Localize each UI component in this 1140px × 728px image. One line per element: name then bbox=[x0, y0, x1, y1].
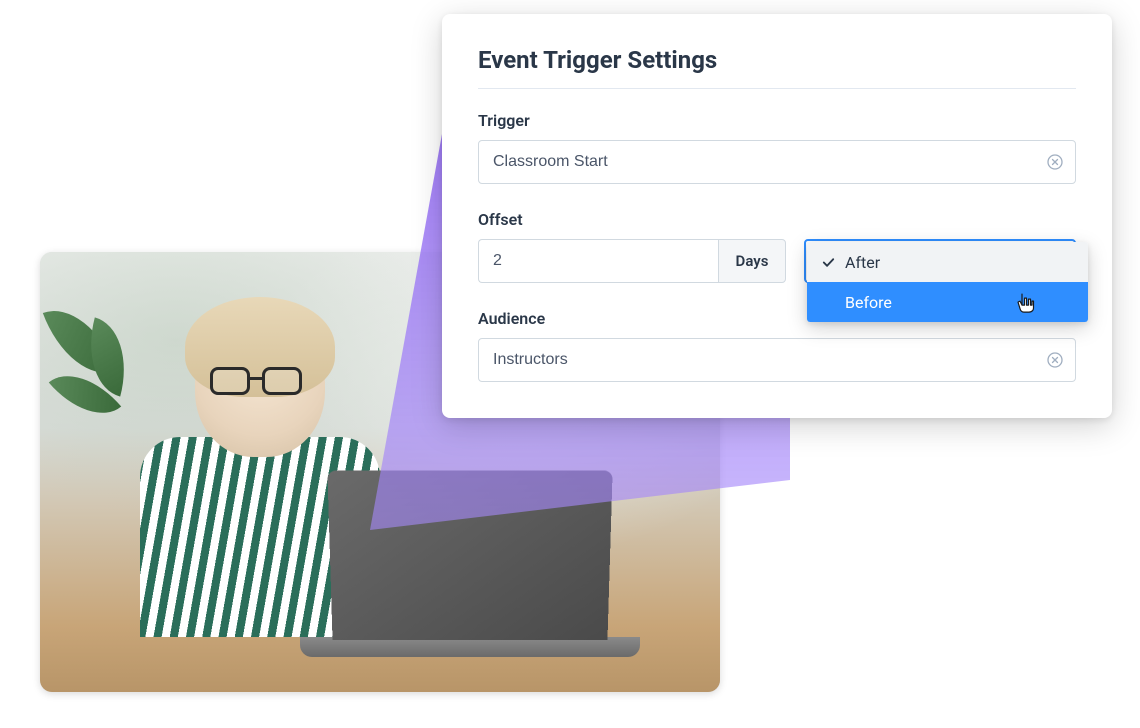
trigger-input[interactable] bbox=[478, 140, 1076, 184]
option-label: After bbox=[845, 253, 1074, 272]
trigger-label: Trigger bbox=[478, 111, 1076, 130]
trigger-clear-button[interactable] bbox=[1046, 153, 1064, 171]
dropdown-option-after[interactable]: After bbox=[807, 242, 1088, 282]
dropdown-option-before[interactable]: Before bbox=[807, 282, 1088, 322]
offset-unit-label: Days bbox=[718, 239, 786, 283]
event-trigger-settings-panel: Event Trigger Settings Trigger Offset Da… bbox=[442, 14, 1112, 418]
close-circle-icon bbox=[1047, 154, 1063, 170]
option-label: Before bbox=[845, 293, 1074, 312]
close-circle-icon bbox=[1047, 352, 1063, 368]
cursor-pointer-icon bbox=[1016, 292, 1036, 314]
panel-title: Event Trigger Settings bbox=[478, 46, 1076, 74]
checkmark-icon bbox=[821, 255, 845, 270]
trigger-field-group: Trigger bbox=[478, 111, 1076, 184]
offset-direction-dropdown: After Before bbox=[807, 242, 1088, 322]
offset-label: Offset bbox=[478, 210, 1076, 229]
audience-clear-button[interactable] bbox=[1046, 351, 1064, 369]
offset-value-input[interactable] bbox=[478, 239, 718, 283]
offset-direction-select[interactable]: After Before bbox=[804, 239, 1076, 283]
divider bbox=[478, 88, 1076, 89]
offset-field-group: Offset Days After Before bbox=[478, 210, 1076, 283]
audience-input[interactable] bbox=[478, 338, 1076, 382]
